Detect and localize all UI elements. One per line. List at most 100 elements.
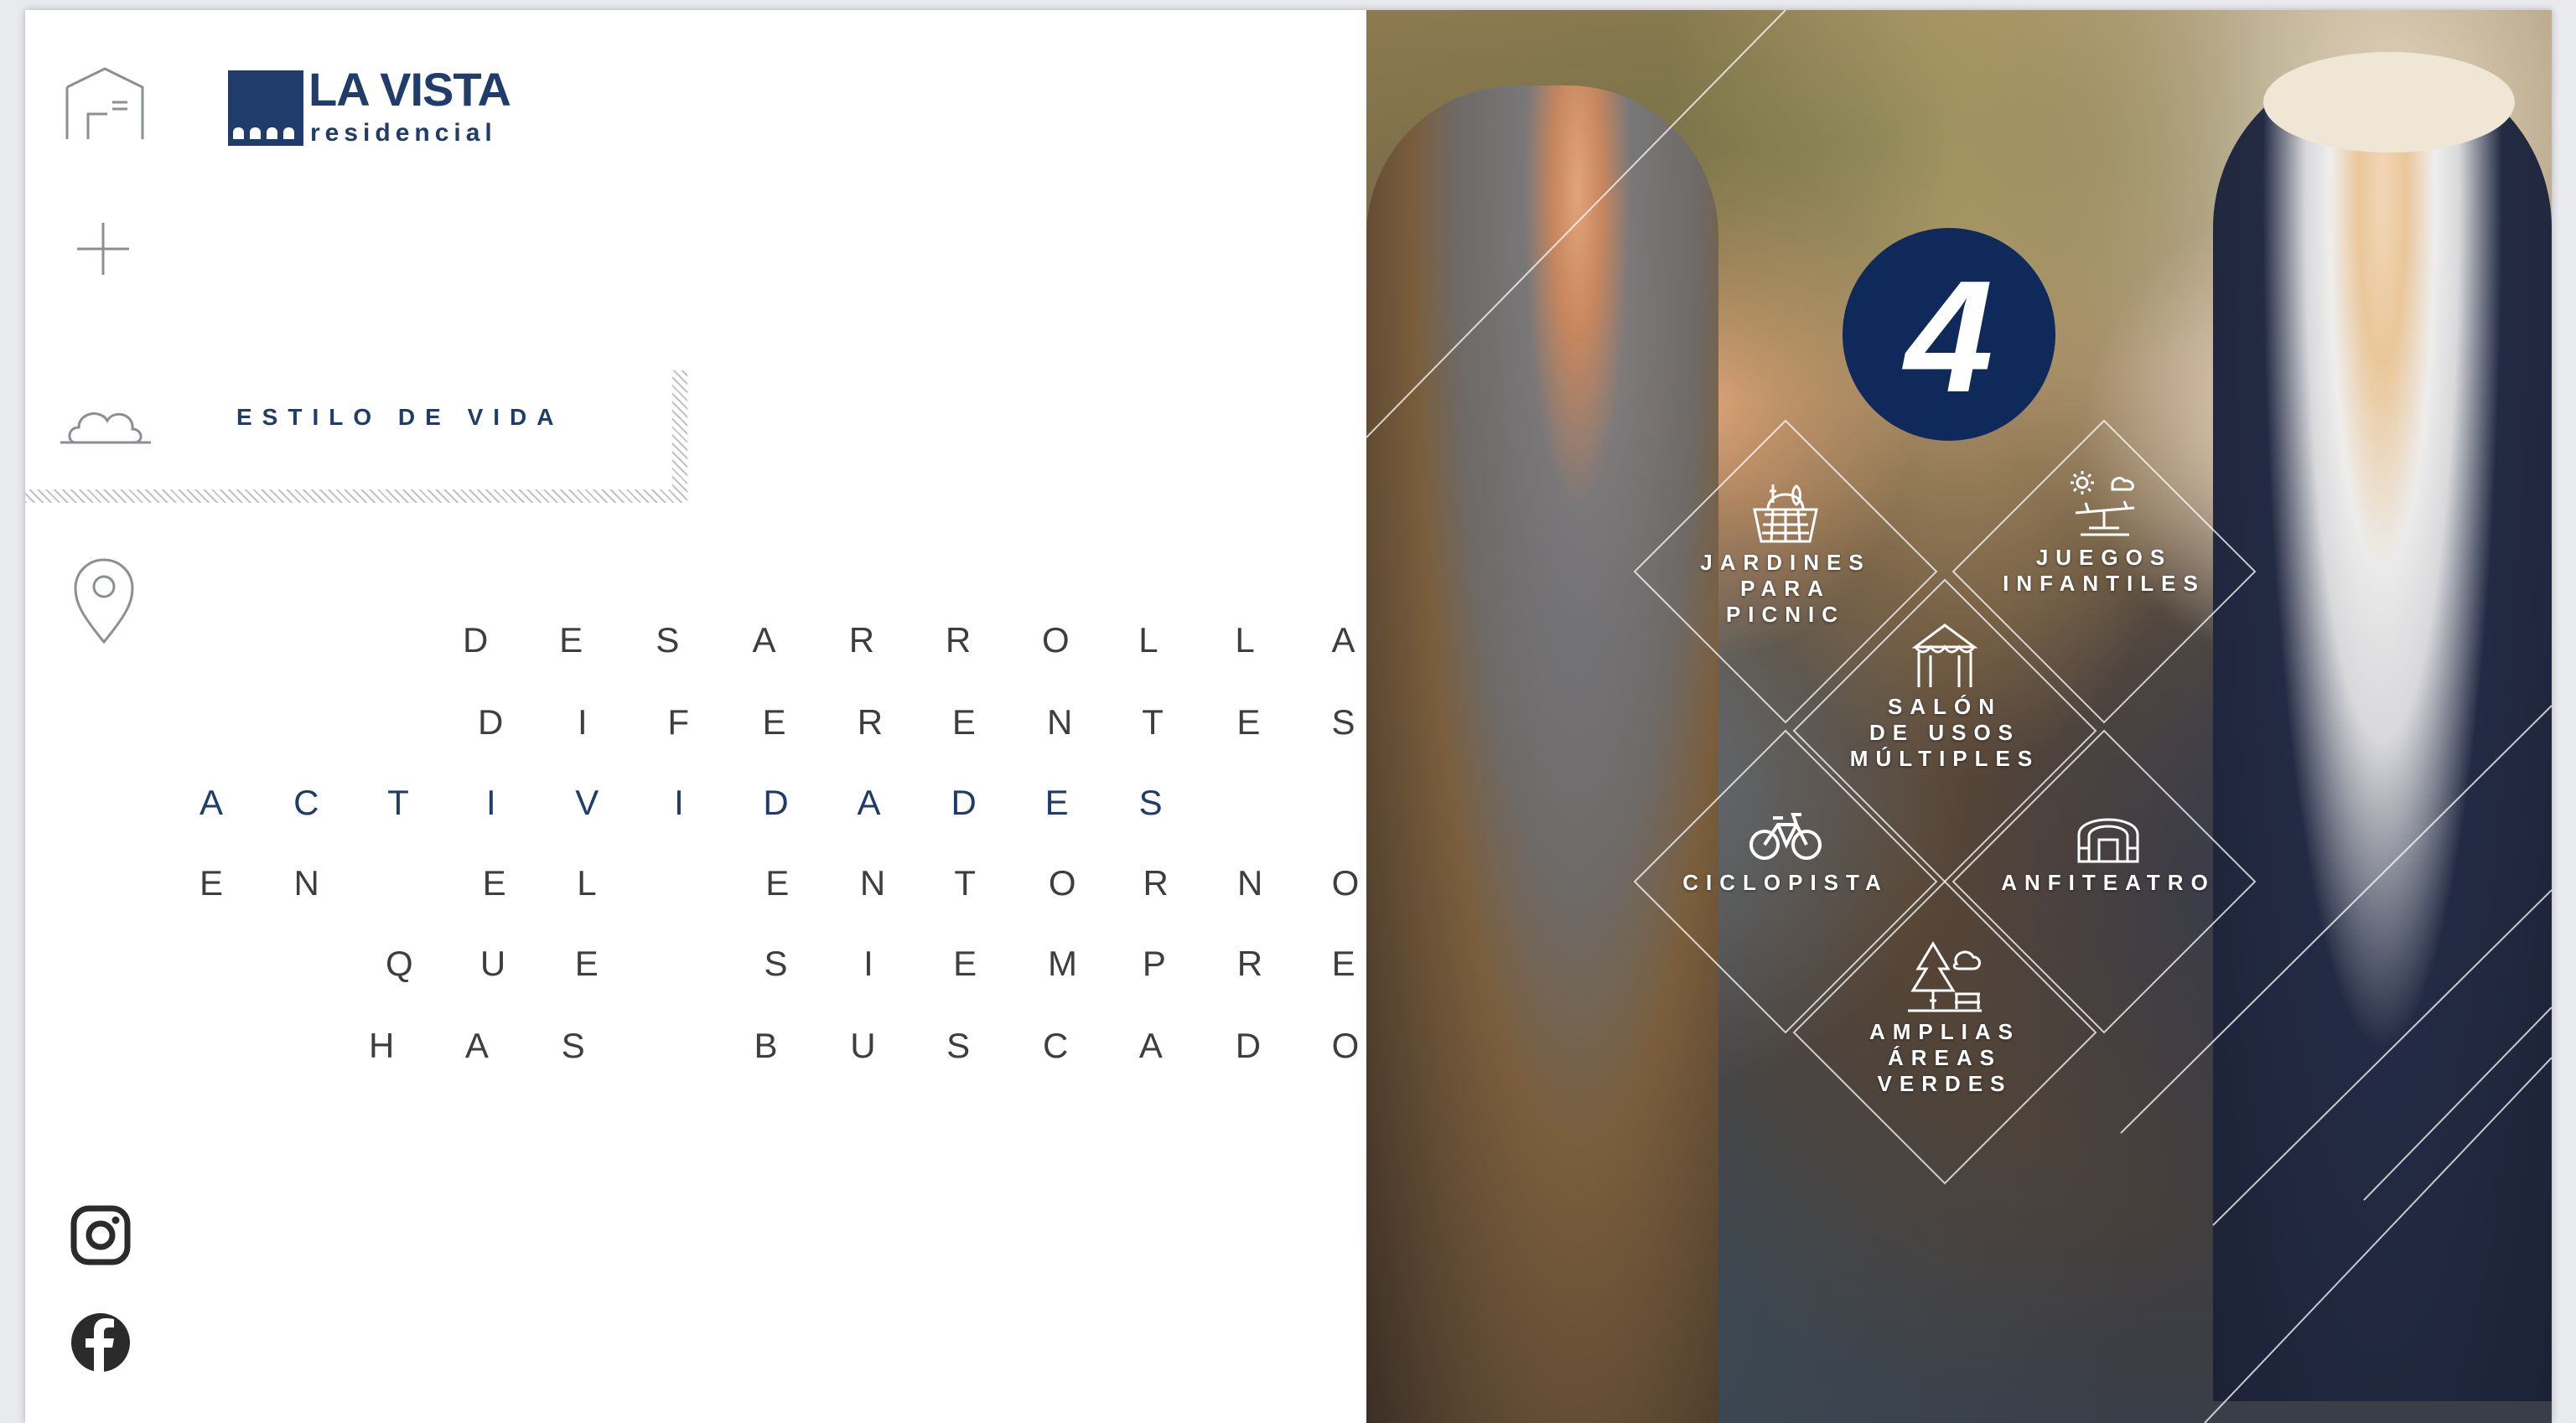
headline-letter: S <box>1138 783 1163 822</box>
amenity-label: JARDINES <box>1700 550 1871 575</box>
amenity-label: DE USOS <box>1869 720 2021 745</box>
headline-letter: E <box>200 863 224 903</box>
headline-letter: A <box>1331 620 1355 660</box>
headline-letter: L <box>577 863 597 903</box>
headline-letter: R <box>1143 863 1169 903</box>
headline-line-6: HAS BUSCADO <box>369 1026 1360 1066</box>
headline-letter: S <box>946 1026 971 1065</box>
headline-letter: A <box>200 783 224 822</box>
headline-letter: A <box>752 620 776 660</box>
headline-letter: H <box>369 1026 395 1065</box>
plus-icon[interactable] <box>74 220 132 278</box>
amenity-juegos-infantiles[interactable]: JUEGOS INFANTILES <box>1987 469 2221 597</box>
headline-letter: T <box>387 783 409 822</box>
headline-letter: I <box>486 783 496 822</box>
hatch-divider-vertical <box>672 370 687 503</box>
brand-name: LA VISTA <box>308 63 511 116</box>
nav-item-estilo-de-vida[interactable]: ESTILO DE VIDA <box>236 404 563 431</box>
headline-letter: N <box>293 863 319 903</box>
headline-letter: N <box>859 863 886 903</box>
amenity-label: ANFITEATRO <box>2001 870 2216 895</box>
headline-letter: D <box>1235 1026 1262 1065</box>
lifestyle-photo: 4 JARDINES PARA PICNIC JUEGOS INFANTILES… <box>1366 10 2552 1423</box>
headline-letter: R <box>1236 944 1263 983</box>
headline-letter: V <box>575 783 599 822</box>
headline-letter: A <box>464 1026 489 1065</box>
tent-icon <box>1911 624 1978 687</box>
headline-line-1: DESARROLLA <box>463 620 1355 660</box>
amenity-amplias-areas-verdes[interactable]: AMPLIAS ÁREAS VERDES <box>1836 939 2054 1097</box>
headline-line-3: ACTIVIDADES <box>200 783 1163 823</box>
headline-letter: E <box>953 944 977 983</box>
amenity-label: VERDES <box>1877 1071 2013 1096</box>
amenity-label: INFANTILES <box>2003 571 2205 596</box>
headline-letter: N <box>1047 702 1073 742</box>
headline-letter: E <box>482 863 506 903</box>
amenity-label: MÚLTIPLES <box>1849 746 2040 771</box>
headline-letter: R <box>857 702 884 742</box>
headline-letter: O <box>1331 1026 1360 1065</box>
amenity-ciclopista[interactable]: CICLOPISTA <box>1668 806 1903 896</box>
amenity-label: SALÓN <box>1888 694 2002 719</box>
trees-icon <box>1908 941 1982 1012</box>
amenity-label: PARA <box>1740 576 1831 601</box>
headline-letter: E <box>1044 783 1069 822</box>
headline-letter <box>388 863 407 903</box>
home-icon[interactable] <box>59 62 151 146</box>
playground-icon <box>2071 471 2135 536</box>
number-badge: 4 <box>1843 228 2055 441</box>
headline-letter: E <box>559 620 583 660</box>
facebook-icon[interactable] <box>69 1311 132 1374</box>
headline-letter: E <box>1236 702 1261 742</box>
location-pin-icon[interactable] <box>70 555 137 647</box>
amenity-label: ÁREAS <box>1887 1045 2002 1070</box>
amenity-jardines-para-picnic[interactable]: JARDINES PARA PICNIC <box>1677 481 1894 628</box>
cloud-icon <box>60 412 151 444</box>
headline-letter: F <box>667 702 689 742</box>
headline-letter: A <box>1138 1026 1163 1065</box>
headline-letter: E <box>1331 944 1355 983</box>
bicycle-icon <box>1749 813 1822 860</box>
brand-subtitle: residencial <box>310 119 497 147</box>
headline-letter: I <box>578 702 588 742</box>
headline-letter: O <box>1048 863 1076 903</box>
headline-letter: S <box>764 944 788 983</box>
headline-letter: N <box>1237 863 1263 903</box>
badge-number: 4 <box>1905 248 1993 426</box>
headline-letter: D <box>478 702 504 742</box>
headline-letter: C <box>1043 1026 1069 1065</box>
headline-letter: O <box>1042 620 1070 660</box>
headline-letter: I <box>674 783 684 822</box>
headline-letter <box>658 1026 677 1066</box>
headline-letter: T <box>954 863 977 903</box>
amenity-label: CICLOPISTA <box>1682 870 1889 895</box>
headline-letter: B <box>754 1026 778 1065</box>
picnic-basket-icon <box>1753 484 1818 543</box>
headline-letter: D <box>463 620 489 660</box>
headline-letter: A <box>857 783 881 822</box>
headline-letter: E <box>762 702 786 742</box>
headline-letter: L <box>1138 620 1158 660</box>
headline-letter: U <box>850 1026 876 1065</box>
headline-letter: M <box>1048 944 1078 983</box>
headline-letter: E <box>951 702 976 742</box>
headline-letter: L <box>1235 620 1255 660</box>
headline-letter: D <box>763 783 789 822</box>
headline-letter: E <box>765 863 790 903</box>
page-frame: ESTILO DE VIDA LA VISTA residencial DESA… <box>25 10 2552 1423</box>
headline-letter: E <box>574 944 599 983</box>
headline-letter <box>670 944 689 984</box>
amphitheater-icon <box>2077 818 2139 863</box>
headline-line-2: DIFERENTES <box>478 702 1355 743</box>
amenity-salon-de-usos-multiples[interactable]: SALÓN DE USOS MÚLTIPLES <box>1836 622 2054 772</box>
headline-letter: D <box>951 783 977 822</box>
brand-logo[interactable]: LA VISTA residencial <box>228 62 513 154</box>
amenity-label: AMPLIAS <box>1869 1019 2020 1044</box>
headline-letter: Q <box>386 944 413 983</box>
headline-letter: P <box>1142 944 1166 983</box>
headline-letter: S <box>561 1026 585 1065</box>
headline-line-4: EN EL ENTORNO <box>200 863 1359 903</box>
amenity-anfiteatro[interactable]: ANFITEATRO <box>1987 806 2230 896</box>
brand-mark-icon <box>228 70 303 146</box>
instagram-icon[interactable] <box>69 1203 132 1267</box>
